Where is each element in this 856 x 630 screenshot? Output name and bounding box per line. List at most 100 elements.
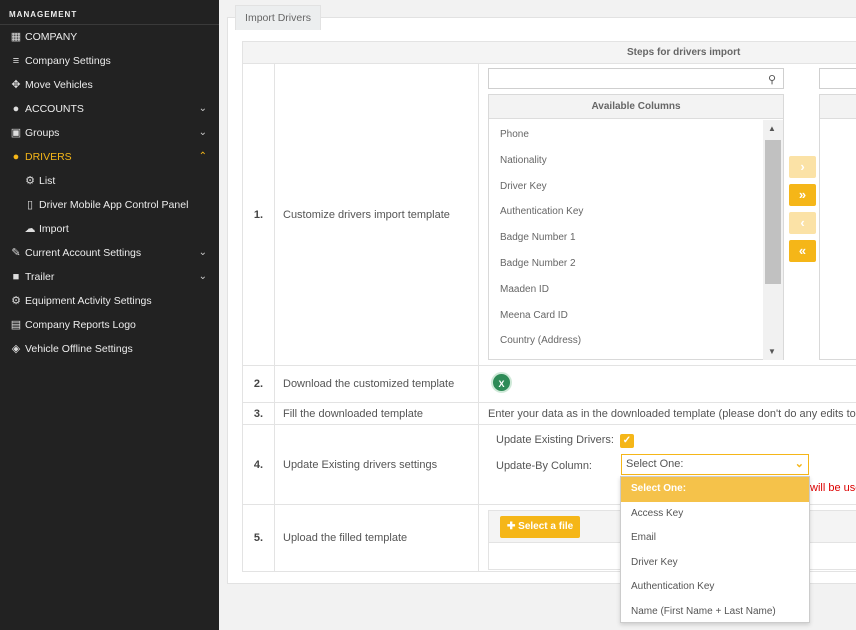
sidebar: MANAGEMENT ▦ COMPANY ≡ Company Settings ✥ M…: [0, 0, 219, 630]
chevron-down-icon: ⌄: [198, 247, 207, 258]
scrollbar[interactable]: ▲ ▼: [763, 120, 783, 360]
sidebar-heading: MANAGEMENT: [0, 0, 219, 25]
search-icon: ⚲: [767, 74, 777, 86]
sidebar-item-label: Current Account Settings: [25, 247, 142, 259]
sidebar-item-equipment-activity[interactable]: ⚙ Equipment Activity Settings: [0, 289, 219, 313]
tab-import-drivers[interactable]: Import Drivers: [235, 5, 321, 30]
list-item[interactable]: Country (Address): [489, 328, 763, 354]
sidebar-item-label: Company Settings: [25, 55, 111, 67]
chevron-down-icon: ⌄: [794, 458, 804, 470]
sidebar-item-label: Groups: [25, 127, 60, 139]
update-by-selected-value: Select One:: [626, 458, 684, 470]
step-label: Upload the filled template: [274, 504, 479, 572]
sidebar-item-label: Import: [39, 223, 69, 235]
update-by-label: Update-By Column:: [496, 460, 592, 472]
select-file-button[interactable]: ✚ Select a file: [500, 516, 581, 538]
building-icon: ▦: [10, 31, 22, 43]
columns-search-input[interactable]: ⚲: [488, 68, 784, 89]
sidebar-item-label: Vehicle Offline Settings: [25, 343, 133, 355]
sidebar-item-current-account-settings[interactable]: ✎ Current Account Settings ⌄: [0, 241, 219, 265]
groups-icon: ▣: [10, 127, 22, 139]
selected-columns-listbox: [819, 68, 856, 360]
list-item[interactable]: Badge Number 2: [489, 251, 763, 277]
sidebar-item-import[interactable]: ☁ Import: [0, 217, 219, 241]
move-all-left-button[interactable]: «: [789, 240, 816, 262]
gear-icon: ⚙: [25, 175, 35, 187]
available-columns-frame: Available Columns Phone Nationality Driv…: [488, 94, 784, 360]
users-icon: ●: [12, 103, 20, 115]
excel-download-icon[interactable]: X: [491, 372, 512, 393]
sidebar-item-vehicle-offline[interactable]: ◈ Vehicle Offline Settings: [0, 337, 219, 361]
move-all-right-button[interactable]: »: [789, 184, 816, 206]
chevron-down-icon: ⌄: [198, 127, 207, 138]
sidebar-item-company-settings[interactable]: ≡ Company Settings: [0, 49, 219, 73]
list-item[interactable]: Meena Card ID: [489, 303, 763, 329]
step-number: 1.: [242, 63, 275, 366]
list-item[interactable]: Maaden ID: [489, 277, 763, 303]
available-columns-list: Phone Nationality Driver Key Authenticat…: [489, 120, 763, 360]
sidebar-item-list[interactable]: ⚙ List: [0, 169, 219, 193]
fill-instructions: Enter your data as in the downloaded tem…: [488, 408, 856, 420]
sidebar-item-trailer[interactable]: ■ Trailer ⌄: [0, 265, 219, 289]
dropdown-option[interactable]: Email: [621, 526, 809, 551]
steps-header: Steps for drivers import: [242, 41, 856, 64]
list-item[interactable]: Badge Number 1: [489, 225, 763, 251]
sidebar-item-label: COMPANY: [25, 31, 78, 43]
image-icon: ▤: [10, 319, 22, 331]
sidebar-item-groups[interactable]: ▣ Groups ⌄: [0, 121, 219, 145]
sidebar-item-company[interactable]: ▦ COMPANY: [0, 25, 219, 49]
users-icon: ●: [12, 151, 20, 163]
list-item[interactable]: Driver Key: [489, 174, 763, 200]
table-row: 2. Download the customized template X: [242, 365, 856, 403]
gears-icon: ⚙: [11, 295, 21, 307]
sidebar-item-accounts[interactable]: ● ACCOUNTS ⌄: [0, 97, 219, 121]
available-columns-listbox: ⚲ Available Columns Phone Nationality Dr…: [488, 68, 784, 360]
step-label: Fill the downloaded template: [274, 402, 479, 425]
scrollbar-thumb[interactable]: [765, 140, 781, 284]
dropdown-option[interactable]: Access Key: [621, 502, 809, 527]
sidebar-item-label: Driver Mobile App Control Panel: [39, 199, 189, 211]
chevron-down-icon: ⌄: [198, 271, 207, 282]
sidebar-item-company-reports-logo[interactable]: ▤ Company Reports Logo: [0, 313, 219, 337]
sidebar-item-label: Trailer: [25, 271, 55, 283]
table-row: 3. Fill the downloaded template Enter yo…: [242, 402, 856, 425]
trailer-icon: ■: [12, 271, 20, 283]
list-item[interactable]: Nationality: [489, 148, 763, 174]
update-by-dropdown-menu: Select One: Access Key Email Driver Key …: [620, 476, 810, 623]
sidebar-item-move-vehicles[interactable]: ✥ Move Vehicles: [0, 73, 219, 97]
dropdown-option[interactable]: Authentication Key: [621, 575, 809, 600]
available-columns-header: Available Columns: [489, 95, 783, 119]
dropdown-option[interactable]: Driver Key: [621, 551, 809, 576]
selected-columns-search-input[interactable]: [819, 68, 856, 89]
eye-slash-icon: ◈: [11, 343, 21, 355]
dropdown-option[interactable]: Select One:: [621, 477, 809, 502]
scroll-down-icon[interactable]: ▼: [768, 347, 776, 356]
plus-icon: ✚: [507, 521, 519, 532]
selected-columns-frame: [819, 94, 856, 360]
sidebar-item-driver-mobile-app[interactable]: ▯ Driver Mobile App Control Panel: [0, 193, 219, 217]
sidebar-item-label: Move Vehicles: [25, 79, 93, 91]
step-label: Update Existing drivers settings: [274, 424, 479, 505]
chevron-down-icon: ⌄: [198, 103, 207, 114]
sidebar-item-label: ACCOUNTS: [25, 103, 84, 115]
list-item[interactable]: Phone: [489, 122, 763, 148]
sidebar-item-label: Equipment Activity Settings: [25, 295, 152, 307]
bars-icon: ≡: [12, 55, 20, 67]
step-number: 3.: [242, 402, 275, 425]
list-item[interactable]: Authentication Key: [489, 199, 763, 225]
step-label: Download the customized template: [274, 365, 479, 403]
step-label: Customize drivers import template: [274, 63, 479, 366]
update-existing-checkbox[interactable]: ✓: [620, 434, 634, 448]
scroll-up-icon[interactable]: ▲: [768, 124, 776, 133]
step-number: 4.: [242, 424, 275, 505]
chevron-up-icon: ⌃: [198, 151, 207, 162]
update-existing-label: Update Existing Drivers:: [496, 434, 614, 446]
move-right-button[interactable]: ›: [789, 156, 816, 178]
step-content: ⚲ Available Columns Phone Nationality Dr…: [478, 63, 856, 366]
move-left-button[interactable]: ‹: [789, 212, 816, 234]
mobile-icon: ▯: [26, 199, 34, 211]
sidebar-item-drivers[interactable]: ● DRIVERS ⌃: [0, 145, 219, 169]
cloud-upload-icon: ☁: [24, 223, 36, 235]
dropdown-option[interactable]: Name (First Name + Last Name): [621, 600, 809, 625]
update-by-select[interactable]: Select One: ⌄: [621, 454, 809, 475]
